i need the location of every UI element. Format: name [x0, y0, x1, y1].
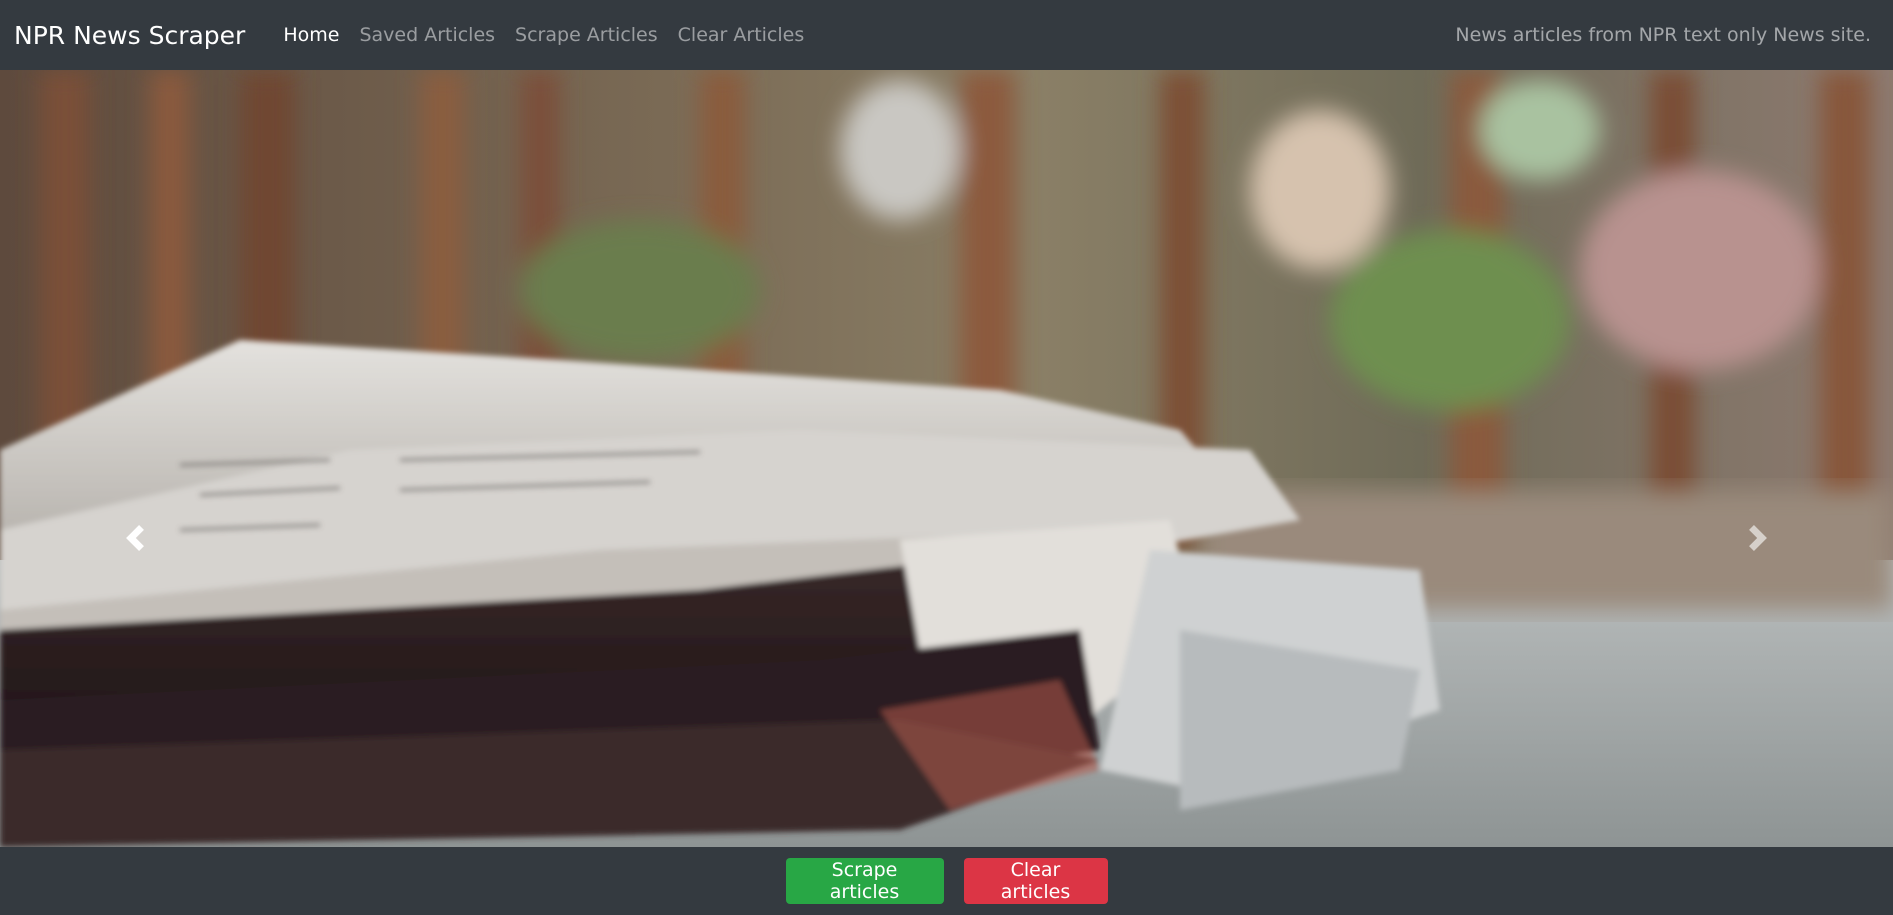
nav-clear-articles[interactable]: Clear Articles	[668, 24, 815, 46]
nav-home[interactable]: Home	[273, 24, 349, 46]
chevron-left-icon	[126, 524, 144, 551]
action-bar: Scrape articles Clear articles	[0, 847, 1893, 915]
nav-scrape-articles[interactable]: Scrape Articles	[505, 24, 668, 46]
site-tagline: News articles from NPR text only News si…	[1455, 24, 1871, 46]
newspaper-stack-image	[0, 70, 1893, 847]
navbar: NPR News Scraper Home Saved Articles Scr…	[0, 0, 1893, 70]
carousel-prev-control[interactable]	[0, 70, 270, 847]
carousel-next-control[interactable]	[1623, 70, 1893, 847]
brand-logo[interactable]: NPR News Scraper	[14, 21, 245, 50]
scrape-articles-button[interactable]: Scrape articles	[785, 858, 944, 904]
nav-links: Home Saved Articles Scrape Articles Clea…	[273, 24, 814, 46]
chevron-right-icon	[1749, 524, 1767, 551]
nav-saved-articles[interactable]: Saved Articles	[349, 24, 505, 46]
hero-carousel	[0, 70, 1893, 847]
clear-articles-button[interactable]: Clear articles	[963, 858, 1108, 904]
